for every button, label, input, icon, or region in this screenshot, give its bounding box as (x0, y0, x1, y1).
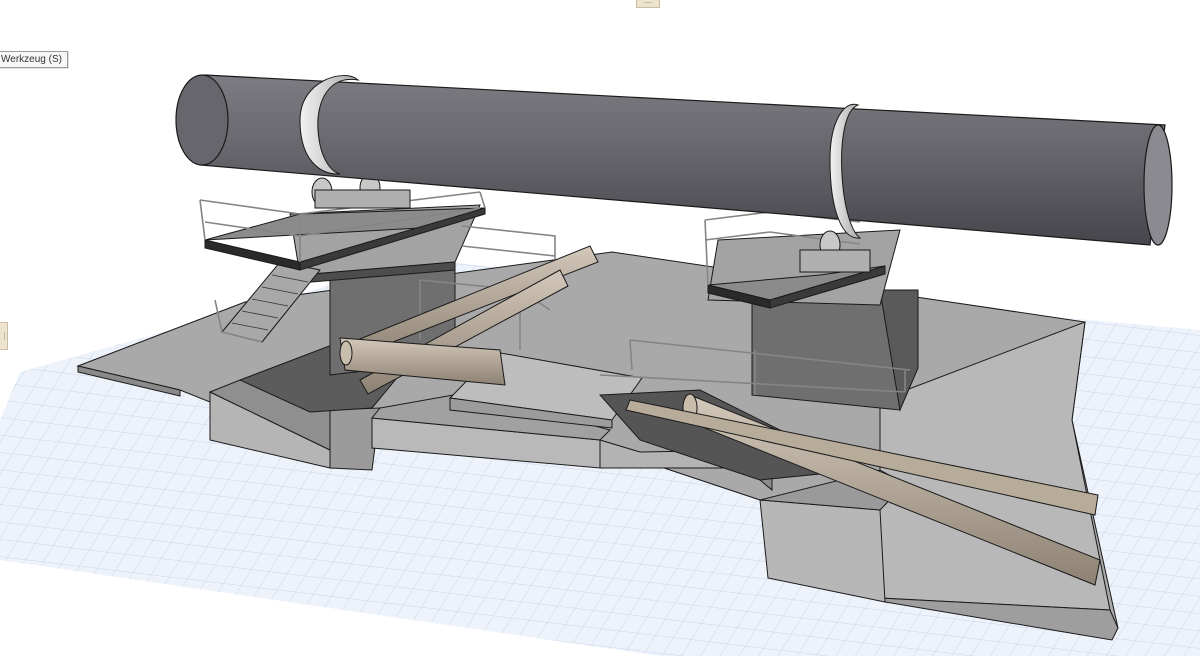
top-pane-handle[interactable]: ---- (636, 0, 660, 8)
side-pane-handle[interactable]: ---- (0, 322, 8, 350)
3d-viewport[interactable] (0, 0, 1200, 656)
tool-tooltip: Werkzeug (S) (0, 51, 68, 68)
